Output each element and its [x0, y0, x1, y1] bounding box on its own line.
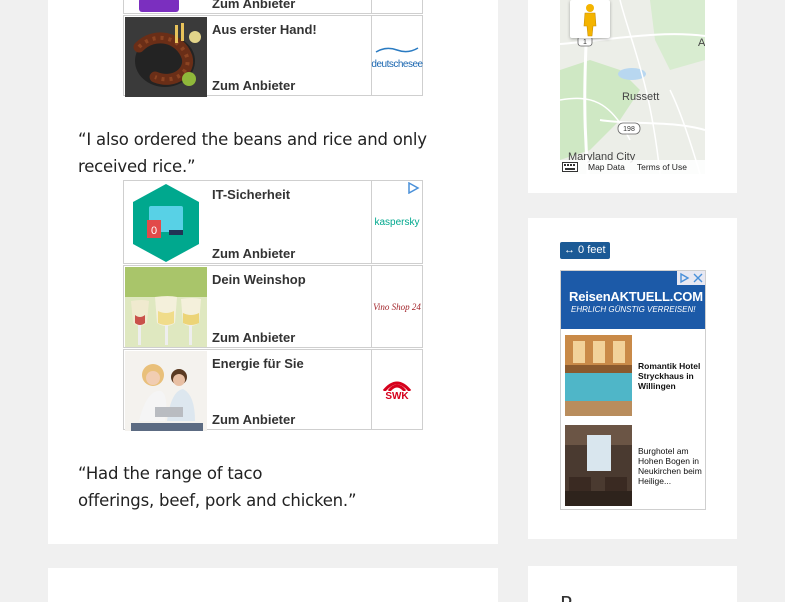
map-view[interactable]: 1 198 Russett Maryland City A Map Data T… — [560, 0, 705, 174]
pegman-icon — [583, 4, 597, 37]
adchoices-icon[interactable] — [406, 182, 420, 194]
ad-cta[interactable]: Zum Anbieter — [212, 0, 295, 11]
ad-title[interactable]: Aus erster Hand! — [212, 22, 317, 37]
ad-image — [125, 267, 207, 347]
hotel-image[interactable] — [565, 425, 632, 506]
ad-logo: Vino Shop 24 — [371, 266, 422, 347]
street-view-pegman[interactable] — [570, 0, 610, 38]
review-quote: “I also ordered the beans and rice and o… — [78, 126, 427, 180]
ad-image: 0 — [125, 182, 207, 262]
review-quote: “Had the range of taco offerings, beef, … — [78, 460, 357, 514]
reisen-header: ReisenAKTUELL.COM EHRLICH GÜNSTIG VERREI… — [561, 271, 705, 329]
page: Zum Anbieter Aus erster Hand! Zum Anbiet… — [0, 0, 785, 602]
ad-title[interactable]: IT-Sicherheit — [212, 187, 290, 202]
route-label: 1 — [583, 39, 587, 46]
reisen-tagline: EHRLICH GÜNSTIG VERREISEN! — [571, 305, 696, 314]
ad-logo-text: SWK — [385, 391, 409, 402]
map-footer: Map Data Terms of Use — [560, 160, 705, 174]
ad-image — [125, 17, 207, 97]
hotel-title[interactable]: Romantik Hotel Stryckhaus in Willingen — [638, 361, 704, 391]
route-label: 198 — [623, 126, 635, 133]
ad-logo-text: Vino Shop 24 — [373, 301, 421, 312]
place-label: Russett — [622, 91, 659, 103]
adchoices-close-icon[interactable] — [677, 271, 705, 285]
quote-line: “I also ordered the beans and rice and o… — [78, 130, 427, 149]
ad-image — [125, 351, 207, 431]
wave-icon — [375, 47, 419, 53]
ad-row[interactable]: Zum Anbieter — [123, 0, 423, 14]
ad-title[interactable]: Energie für Sie — [212, 356, 304, 371]
ad-logo: SWK — [371, 350, 422, 429]
ad-cta[interactable]: Zum Anbieter — [212, 412, 295, 427]
ad-logo: deutschesee — [371, 16, 423, 95]
quote-line: offerings, beef, pork and chicken.” — [78, 491, 357, 510]
terms-of-use-link[interactable]: Terms of Use — [637, 162, 687, 172]
place-label: A — [698, 37, 705, 49]
ad-logo-text: kaspersky — [374, 216, 420, 228]
ad-title[interactable]: Dein Weinshop — [212, 272, 306, 287]
hotel-title[interactable]: Burghotel am Hohen Bogen in Neukirchen b… — [638, 446, 704, 486]
wine-image — [125, 267, 207, 347]
ad-cta[interactable]: Zum Anbieter — [212, 330, 295, 345]
ad-image — [125, 0, 207, 12]
couple-image — [125, 351, 207, 431]
ad-logo-text: deutschesee — [371, 59, 423, 70]
quote-line: “Had the range of taco — [78, 464, 263, 483]
swk-logo-icon — [382, 381, 412, 391]
ad-logo — [371, 0, 422, 13]
ad-row[interactable]: Dein Weinshop Zum Anbieter Vino Shop 24 — [123, 265, 423, 348]
reisen-brand: ReisenAKTUELL.COM — [569, 289, 703, 304]
map-data-link[interactable]: Map Data — [588, 162, 625, 172]
shield-app-icon: 0 — [125, 182, 207, 262]
pool-image — [565, 335, 632, 416]
keyboard-icon[interactable] — [562, 162, 578, 172]
food-image — [125, 17, 207, 97]
ad-row[interactable]: 0 IT-Sicherheit Zum Anbieter kaspersky — [123, 180, 423, 264]
lobby-image — [565, 425, 632, 506]
map-scale-badge: ↔ 0 feet — [560, 242, 610, 259]
svg-text:0: 0 — [151, 225, 157, 237]
ad-row[interactable]: Energie für Sie Zum Anbieter SWK — [123, 349, 423, 431]
next-article-card — [48, 568, 498, 602]
sidebar-heading: R — [560, 592, 574, 602]
hotel-image[interactable] — [565, 335, 632, 416]
ad-cta[interactable]: Zum Anbieter — [212, 78, 295, 93]
ad-row[interactable]: Aus erster Hand! Zum Anbieter deutschese… — [123, 15, 423, 97]
reisen-ad[interactable]: ReisenAKTUELL.COM EHRLICH GÜNSTIG VERREI… — [560, 270, 706, 510]
quote-line: received rice.” — [78, 157, 196, 176]
ad-cta[interactable]: Zum Anbieter — [212, 246, 295, 261]
